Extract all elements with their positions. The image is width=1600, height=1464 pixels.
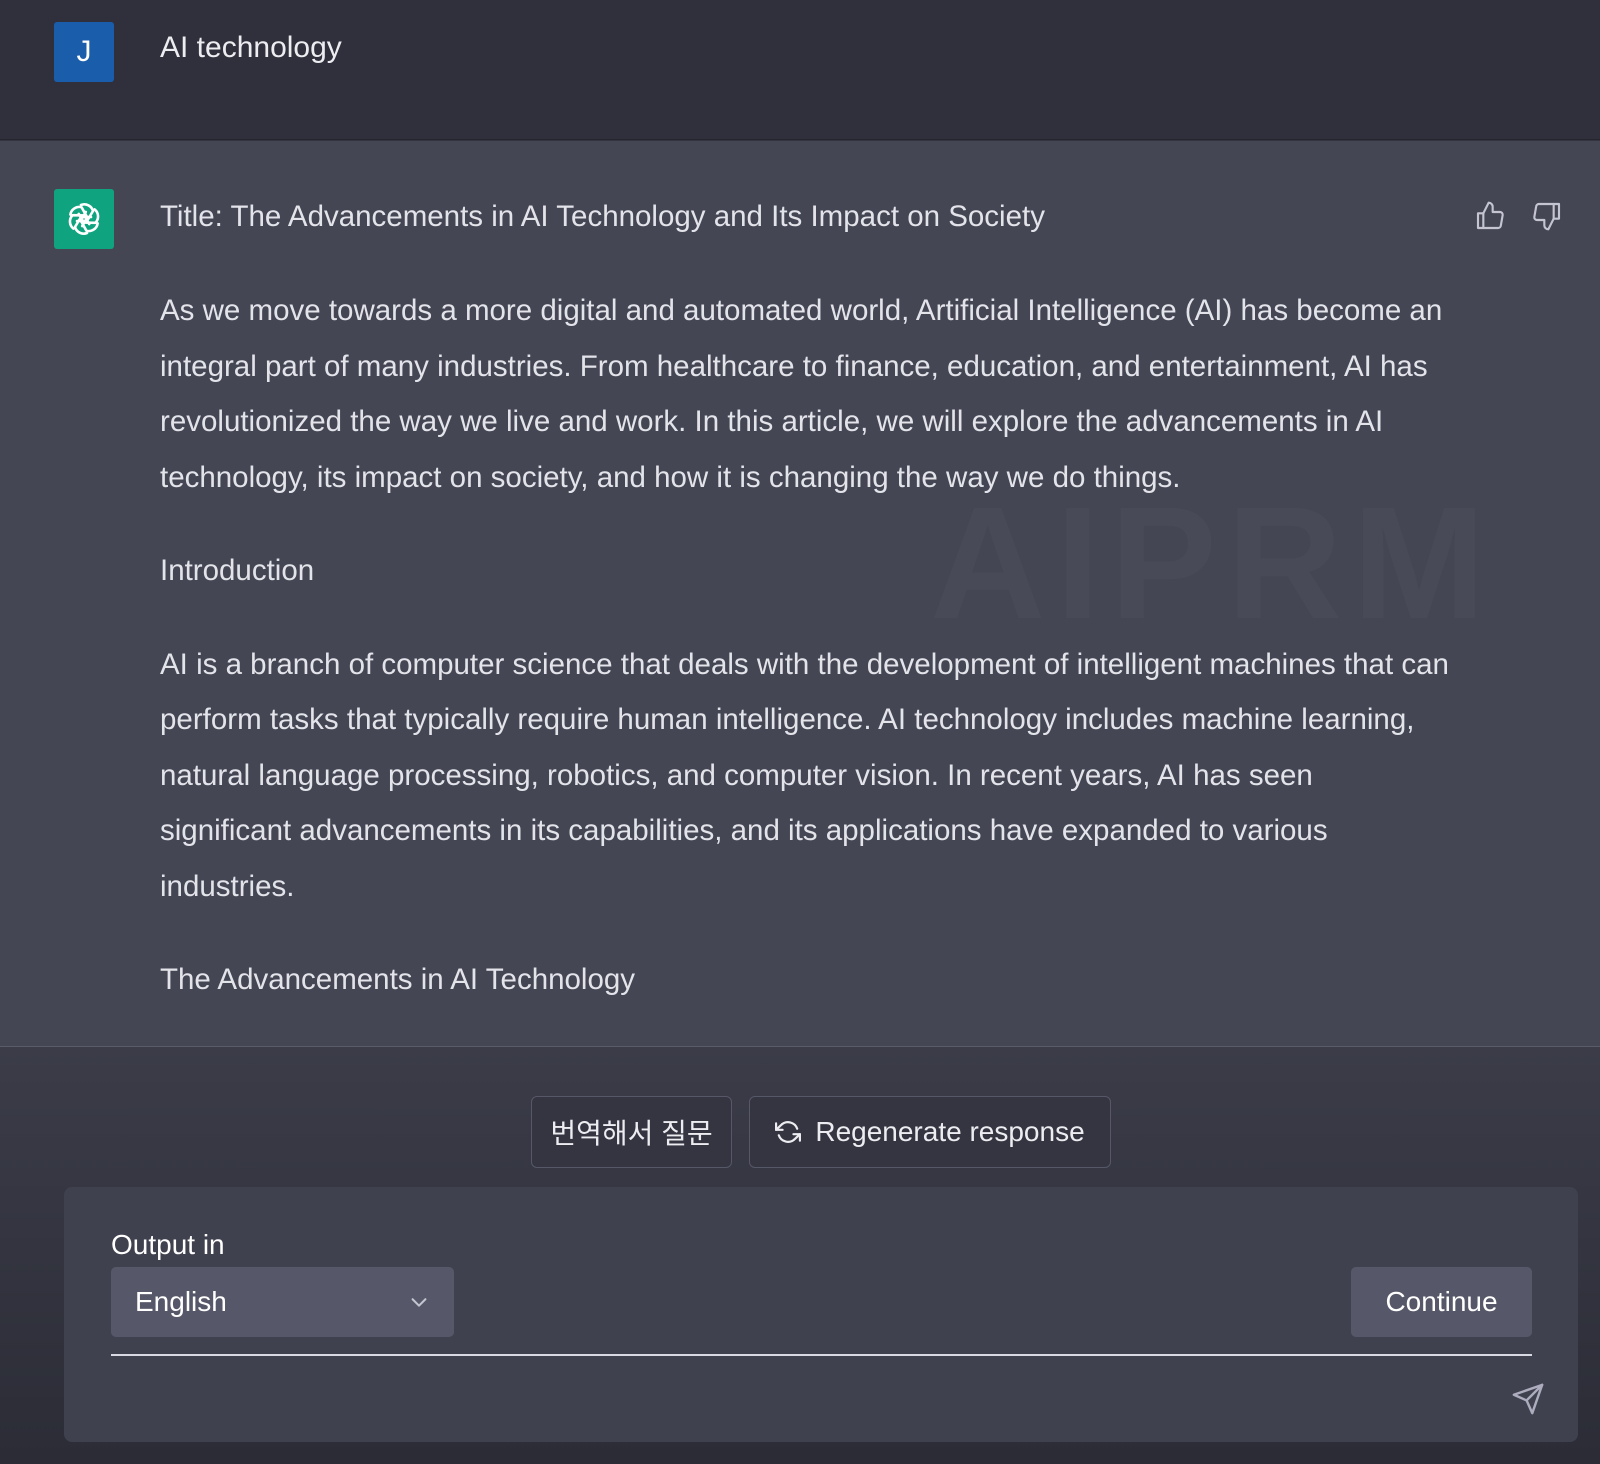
translate-ask-button[interactable]: 번역해서 질문 — [531, 1096, 732, 1168]
bottom-panel: 번역해서 질문 Regenerate response Output in En… — [0, 1047, 1600, 1464]
translate-ask-label: 번역해서 질문 — [550, 1118, 713, 1149]
output-language-label: Output in — [111, 1229, 225, 1260]
regenerate-response-button[interactable]: Regenerate response — [749, 1096, 1111, 1168]
output-language-value: English — [135, 1286, 227, 1317]
feedback-dislike — [1530, 199, 1564, 233]
continue-label: Continue — [1385, 1286, 1498, 1317]
send-icon — [1512, 1383, 1544, 1415]
assistant-message-body: Title: The Advancements in AI Technology… — [160, 189, 1450, 1046]
continue-button[interactable]: Continue — [1351, 1267, 1532, 1337]
section-heading-introduction: Introduction — [160, 554, 315, 587]
thumbs-up-button[interactable] — [1473, 199, 1507, 233]
prompt-input[interactable] — [111, 1367, 1475, 1429]
user-avatar: J — [54, 22, 114, 82]
output-language-select[interactable]: English — [111, 1267, 454, 1337]
send-button[interactable] — [1508, 1379, 1548, 1419]
paragraph-intro: As we move towards a more digital and au… — [160, 294, 1443, 494]
regenerate-response-label: Regenerate response — [815, 1116, 1085, 1147]
chat-page: J AI technology AIPRM Title: The Advance… — [0, 0, 1600, 1464]
user-message-text: AI technology — [160, 31, 342, 64]
openai-logo-icon — [68, 203, 100, 235]
composer-divider — [111, 1354, 1532, 1356]
prompt-composer: Output in English Continue — [64, 1187, 1578, 1442]
paragraph-ai-definition: AI is a branch of computer science that … — [160, 647, 1449, 903]
assistant-avatar — [54, 189, 114, 249]
thumbs-down-icon — [1533, 202, 1561, 231]
thumbs-down-button[interactable] — [1530, 199, 1564, 233]
chevron-down-icon — [411, 1298, 427, 1307]
assistant-message-row: AIPRM Title: The Advancements in AI Tech… — [0, 141, 1600, 1047]
thumbs-up-icon — [1476, 201, 1504, 230]
article-title: Title: The Advancements in AI Technology… — [160, 200, 1045, 233]
user-message-row: J AI technology — [0, 0, 1600, 140]
refresh-icon — [775, 1121, 802, 1143]
section-heading-advancements: The Advancements in AI Technology — [160, 963, 636, 996]
feedback-like — [1473, 199, 1507, 233]
user-avatar-letter: J — [76, 35, 92, 68]
